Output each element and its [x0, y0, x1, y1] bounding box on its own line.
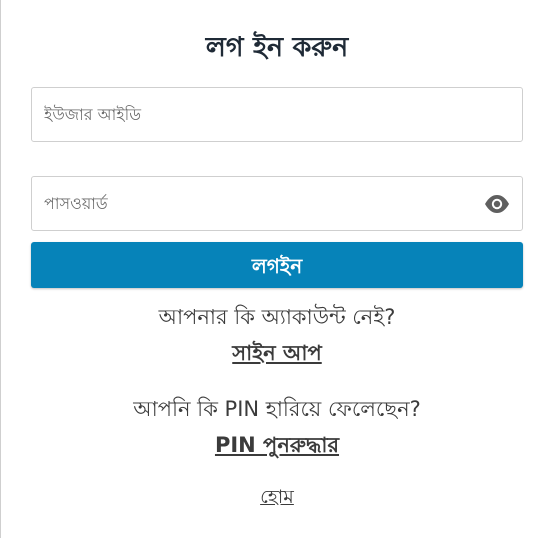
lost-pin-text: আপনি কি PIN হারিয়ে ফেলেছেন?: [133, 397, 421, 421]
home-link-row: হোম: [31, 483, 523, 511]
user-id-input[interactable]: [32, 88, 484, 141]
login-button[interactable]: লগইন: [31, 242, 523, 288]
page-title: লগ ইন করুন: [205, 32, 349, 63]
pin-recovery-link[interactable]: PIN পুনরুদ্ধার: [215, 433, 339, 457]
signup-link-row: সাইন আপ: [31, 338, 523, 368]
password-input[interactable]: [32, 177, 484, 230]
eye-icon[interactable]: [484, 193, 510, 215]
page-left-border: [0, 0, 1, 538]
login-card: লগ ইন করুন লগইন আপনার কি অ্যাকাউন্ট নেই?…: [31, 0, 523, 538]
pin-recovery-link-row: PIN পুনরুদ্ধার: [31, 430, 523, 460]
signup-link[interactable]: সাইন আপ: [232, 341, 321, 365]
user-id-field: [31, 87, 523, 142]
no-account-text: আপনার কি অ্যাকাউন্ট নেই?: [158, 305, 396, 329]
home-link[interactable]: হোম: [260, 486, 294, 508]
password-field: [31, 176, 523, 231]
